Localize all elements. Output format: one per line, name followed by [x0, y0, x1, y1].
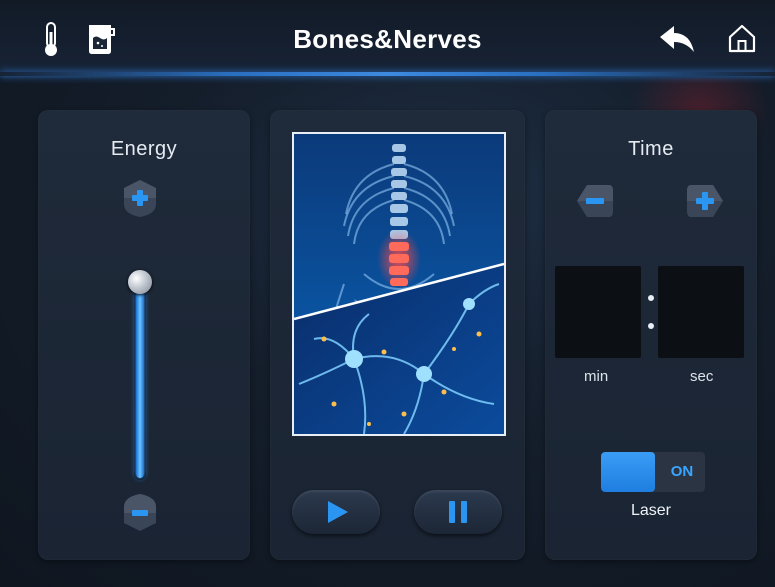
plus-icon — [687, 185, 723, 217]
minus-icon — [577, 185, 613, 217]
header-divider — [0, 72, 775, 76]
laser-label: Laser — [630, 502, 672, 519]
minutes-display[interactable] — [555, 266, 641, 358]
back-arrow-icon[interactable] — [658, 24, 696, 58]
time-decrease-button[interactable] — [575, 183, 615, 223]
time-colon-bottom — [648, 323, 654, 329]
app-screen: Bones&Nerves Energy Time min sec ON Lase… — [0, 0, 775, 587]
treatment-image — [292, 132, 506, 436]
home-icon[interactable] — [726, 22, 758, 58]
plus-icon — [124, 180, 156, 217]
seconds-display[interactable] — [658, 266, 744, 358]
energy-slider-handle[interactable] — [128, 270, 152, 294]
laser-toggle-state: ON — [670, 463, 694, 480]
spine-and-neurons-illustration — [294, 134, 504, 434]
energy-slider-track[interactable] — [134, 270, 146, 480]
laser-toggle[interactable]: ON — [601, 452, 705, 492]
top-bar: Bones&Nerves — [0, 0, 775, 78]
time-label: Time — [628, 138, 674, 160]
time-panel: Time min sec ON Laser — [545, 110, 757, 560]
pause-icon — [449, 501, 467, 523]
minutes-label: min — [584, 368, 609, 385]
time-colon-top — [648, 295, 654, 301]
time-increase-button[interactable] — [685, 183, 725, 223]
energy-decrease-button[interactable] — [122, 493, 158, 537]
laser-toggle-knob — [601, 452, 655, 492]
treatment-panel — [270, 110, 525, 560]
energy-increase-button[interactable] — [122, 178, 158, 222]
pause-button[interactable] — [414, 490, 502, 534]
energy-panel: Energy — [38, 110, 250, 560]
seconds-label: sec — [690, 368, 714, 385]
play-button[interactable] — [292, 490, 380, 534]
minus-icon — [124, 494, 156, 531]
play-icon — [328, 501, 348, 523]
energy-label: Energy — [110, 138, 178, 160]
energy-slider-fill — [136, 282, 144, 478]
